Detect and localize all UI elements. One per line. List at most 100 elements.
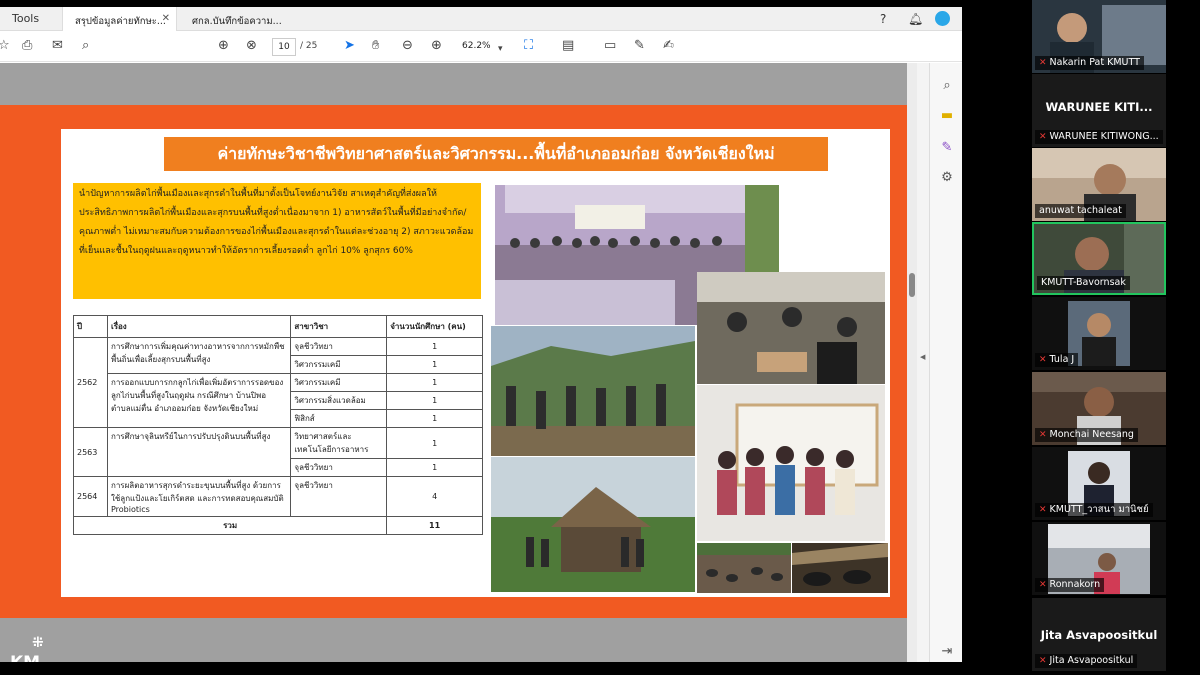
major-cell: จุลชีววิทยา <box>290 337 388 356</box>
topic-cell: การศึกษาการเพิ่มคุณค่าทางอาหารจากการหมัก… <box>106 337 292 374</box>
major-cell: วิศวกรรมเคมี <box>290 373 388 392</box>
select-cursor-icon[interactable]: ➤ <box>344 38 355 54</box>
count-cell: 4 <box>386 476 483 517</box>
scrollbar-thumb[interactable] <box>909 273 915 297</box>
year-cell: 2564 <box>73 476 108 517</box>
muted-mic-icon: ✕ <box>1039 656 1047 666</box>
participant-tile[interactable]: ✕ Nakarin Pat KMUTT <box>1032 0 1166 73</box>
hand-icon[interactable]: ✋︎ <box>372 38 379 54</box>
pen-icon[interactable]: ✎ <box>634 38 645 54</box>
slide-content: ค่ายทักษะวิชาชีพวิทยาศาสตร์และวิศวกรรม..… <box>61 129 890 597</box>
count-cell: 1 <box>386 458 483 477</box>
participant-tile[interactable]: ✕ Monchai Neesang <box>1032 372 1166 445</box>
major-cell: จุลชีววิทยา <box>290 458 388 477</box>
count-cell: 1 <box>386 391 483 410</box>
zoom-out-icon[interactable]: ⊖ <box>402 38 413 54</box>
tab-document-2[interactable]: ศกล.บันทึกข้อความ... <box>180 7 295 31</box>
muted-mic-icon: ✕ <box>1039 430 1047 440</box>
total-label: รวม <box>72 516 388 535</box>
participant-name: ✕ Nakarin Pat KMUTT <box>1035 56 1144 70</box>
photo-chickens <box>697 543 791 593</box>
tab-bar: Tools สรุปข้อมูลค่ายทักษะ... ✕ ศกล.บันทึ… <box>0 7 962 31</box>
count-cell: 1 <box>386 355 483 374</box>
fill-sign-icon[interactable]: ✎ <box>938 139 956 157</box>
vertical-scrollbar[interactable] <box>907 63 917 662</box>
table-total-row: รวม 11 <box>72 516 483 535</box>
research-table: ปี เรื่อง สาขาวิชา จำนวนนักศึกษา (คน) 25… <box>72 315 483 535</box>
column-header-count: จำนวนนักศึกษา (คน) <box>386 315 483 338</box>
muted-mic-icon: ✕ <box>1039 580 1047 590</box>
page-down-icon[interactable]: ⊗ <box>246 38 257 54</box>
participant-display-name: Jita Asvapoositkul <box>1040 628 1158 642</box>
participant-tile[interactable]: Jita Asvapoositkul ✕ Jita Asvapoositkul <box>1032 598 1166 671</box>
participant-tile-active-speaker[interactable]: KMUTT-Bavornsak <box>1032 222 1166 295</box>
muted-mic-icon: ✕ <box>1039 132 1047 142</box>
page-number-input[interactable]: 10 <box>272 38 296 56</box>
star-icon[interactable]: ☆ <box>0 38 10 54</box>
panel-collapse-handle[interactable]: ◀ <box>917 63 929 662</box>
bell-icon[interactable]: 🔔︎ <box>908 12 923 26</box>
tab-document-1-label: สรุปข้อมูลค่ายทักษะ... <box>75 16 166 27</box>
major-cell: วิศวกรรมเคมี <box>290 355 388 374</box>
major-cell: วิทยาศาสตร์และเทคโนโลยีการอาหาร <box>290 427 388 459</box>
major-cell: วิศวกรรมสิ่งแวดล้อม <box>290 391 388 410</box>
table-row: 2564 การผลิตอาหารสุกรดำระยะขุนบนพื้นที่ส… <box>73 476 483 517</box>
account-avatar[interactable] <box>935 11 950 26</box>
column-header-topic: เรื่อง <box>106 315 292 338</box>
participant-name: ✕ WARUNEE KITIWONG... <box>1035 130 1163 144</box>
photo-mountain-group <box>491 326 695 456</box>
page-up-icon[interactable]: ⊕ <box>218 38 229 54</box>
year-cell: 2563 <box>73 427 108 477</box>
total-value: 11 <box>386 516 483 535</box>
tools-tab[interactable]: Tools <box>12 12 39 25</box>
participant-name: ✕ Monchai Neesang <box>1035 428 1138 442</box>
photo-students-sitting <box>697 272 885 384</box>
photo-pigs <box>792 543 888 593</box>
summary-text: นำปัญหาการผลิตไก่พื้นเมืองและสุกรดำในพื้… <box>73 183 481 299</box>
column-header-year: ปี <box>73 315 108 338</box>
table-header-row: ปี เรื่อง สาขาวิชา จำนวนนักศึกษา (คน) <box>73 315 483 338</box>
participant-tile[interactable]: anuwat tachaleat <box>1032 148 1166 221</box>
zoom-search-icon[interactable]: ⌕ <box>82 38 89 54</box>
participant-tile[interactable]: ✕ Ronnakorn <box>1032 522 1166 595</box>
tools-icon[interactable]: ⚙ <box>938 169 956 187</box>
slide-page: ค่ายทักษะวิชาชีพวิทยาศาสตร์และวิศวกรรม..… <box>0 105 907 662</box>
participant-tile[interactable]: WARUNEE KITI... ✕ WARUNEE KITIWONG... <box>1032 74 1166 147</box>
toolbar: ☆ ⎙ ✉ ⌕ ⊕ ⊗ 10 / 25 ➤ ✋︎ ⊖ ⊕ 62.2% ▾ ⛶ ▤… <box>0 32 962 62</box>
tab-document-1[interactable]: สรุปข้อมูลค่ายทักษะ... ✕ <box>62 7 177 31</box>
zoom-icon[interactable]: ⌕ <box>938 77 956 95</box>
participant-tile[interactable]: ✕ Tula J <box>1032 297 1166 370</box>
tab-document-2-label: ศกล.บันทึกข้อความ... <box>192 16 282 27</box>
chevron-down-icon[interactable]: ▾ <box>498 41 503 57</box>
mail-icon[interactable]: ✉ <box>52 38 63 54</box>
document-area[interactable]: ค่ายทักษะวิชาชีพวิทยาศาสตร์และวิศวกรรม..… <box>0 63 907 662</box>
participant-tile[interactable]: ✕ KMUTT_วาสนา มานิชย์ <box>1032 447 1166 520</box>
major-cell: ฟิสิกส์ <box>290 409 388 428</box>
comment-icon[interactable]: ▭ <box>604 38 616 54</box>
kmutt-logo: ⁜ KMUTT <box>10 635 54 662</box>
logo-cross-icon: ⁜ <box>32 635 44 651</box>
muted-mic-icon: ✕ <box>1039 355 1047 365</box>
major-cell: จุลชีววิทยา <box>290 476 388 517</box>
photo-students-classroom <box>697 385 885 541</box>
print-icon[interactable]: ⎙ <box>22 38 32 54</box>
zoom-level[interactable]: 62.2% <box>462 41 491 51</box>
chevron-left-icon[interactable]: ◀ <box>920 353 925 361</box>
year-cell: 2562 <box>73 337 108 428</box>
help-icon[interactable]: ? <box>880 12 886 26</box>
participant-name: ✕ Ronnakorn <box>1035 578 1105 592</box>
table-row: 2563 การศึกษาจุลินทรีย์ในการปรับปรุงดินบ… <box>73 427 483 477</box>
participant-name: ✕ Jita Asvapoositkul <box>1035 654 1138 668</box>
acrobat-window: Tools สรุปข้อมูลค่ายทักษะ... ✕ ศกล.บันทึ… <box>0 7 962 662</box>
fit-page-icon[interactable]: ⛶ <box>524 38 533 54</box>
muted-mic-icon: ✕ <box>1039 58 1047 68</box>
sign-icon[interactable]: ✍ <box>663 38 674 54</box>
close-icon[interactable]: ✕ <box>162 13 170 24</box>
count-cell: 1 <box>386 373 483 392</box>
read-mode-icon[interactable]: ▤ <box>562 38 574 54</box>
participant-panel: ✕ Nakarin Pat KMUTT WARUNEE KITI... ✕ WARU… <box>1032 0 1166 675</box>
participant-name: anuwat tachaleat <box>1035 204 1126 218</box>
comment-icon[interactable]: ▬ <box>938 107 956 125</box>
expand-panel-icon[interactable]: ⇥ <box>938 643 956 661</box>
zoom-in-icon[interactable]: ⊕ <box>431 38 442 54</box>
